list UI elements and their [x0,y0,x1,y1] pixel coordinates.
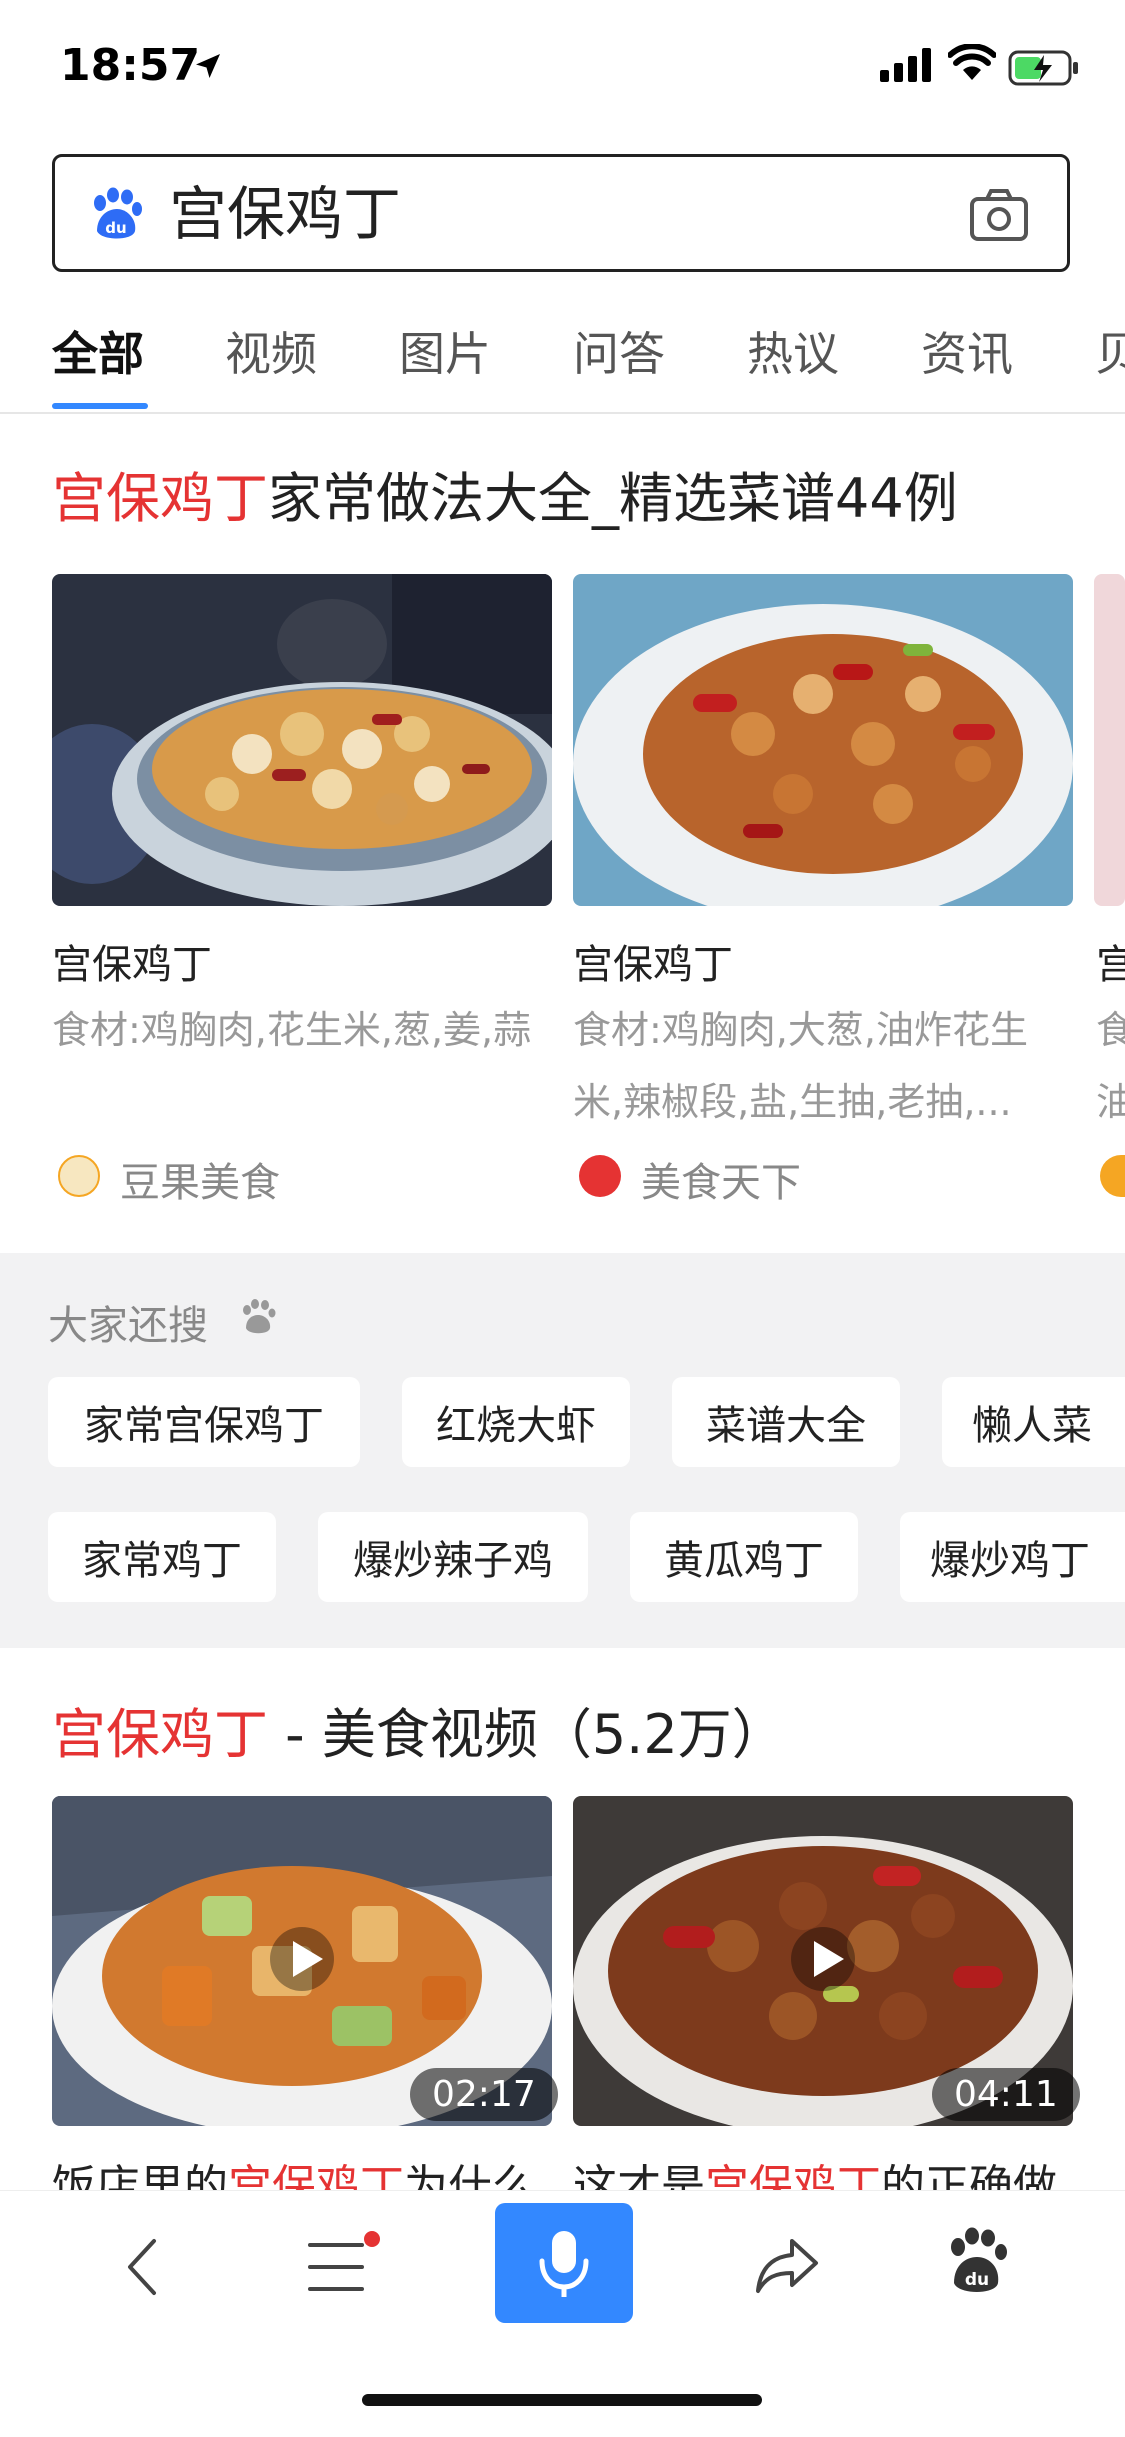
tab-qa[interactable]: 问答 [573,318,665,384]
recipe-card-source-1[interactable]: 豆果美食 [120,1150,280,1208]
tab-video[interactable]: 视频 [225,318,317,384]
recipe-card-desc-2: 食材:鸡胸肉,大葱,油炸花生米,辣椒段,盐,生抽,老抽,... [573,1008,1028,1124]
recipe-image-3[interactable] [1094,574,1125,906]
voice-search-button[interactable] [495,2203,633,2323]
wifi-icon [948,44,996,80]
related-chip[interactable]: 红烧大虾 [402,1377,630,1467]
related-chip[interactable]: 家常鸡丁 [48,1512,276,1602]
video-result-title[interactable]: 宫保鸡丁 - 美食视频（5.2万） [52,1700,786,1770]
recipe-card-desc-1: 食材:鸡胸肉,花生米,葱,姜,蒜 [52,1008,532,1052]
title-highlight: 宫保鸡丁 [52,467,268,530]
dish-photo [573,574,1073,906]
share-icon[interactable] [752,2233,822,2297]
home-indicator [362,2394,762,2406]
search-tabs: 全部 视频 图片 问答 热议 资讯 贝 [0,300,1125,414]
related-searches: 大家还搜 家常宫保鸡丁 红烧大虾 菜谱大全 懒人菜 家常鸡丁 爆炒辣子鸡 黄瓜鸡… [0,1253,1125,1648]
recipe-card-name-3[interactable]: 宫 [1096,932,1125,990]
svg-text:du: du [105,219,126,237]
recipe-image-1[interactable] [52,574,552,906]
play-icon[interactable] [275,1929,335,1989]
dish-photo [52,574,552,906]
title-highlight: 宫保鸡丁 [52,1703,268,1766]
source-logo-icon [1100,1155,1125,1197]
meishitianxia-logo-icon [579,1155,621,1197]
related-chip[interactable]: 黄瓜鸡丁 [630,1512,858,1602]
related-chip[interactable]: 懒人菜 [942,1377,1125,1467]
active-tab-indicator [52,403,148,409]
svg-text:du: du [965,2270,989,2290]
related-chip[interactable]: 爆炒鸡丁 [900,1512,1125,1602]
status-bar: 18:57 [0,0,1125,140]
recipe-card-desc-3: 食 油 [1096,1008,1125,1124]
tab-images[interactable]: 图片 [399,318,491,384]
search-bar[interactable]: du 宫保鸡丁 [52,154,1070,272]
tab-discussion[interactable]: 热议 [747,318,839,384]
title-rest: - 美食视频（5.2万） [268,1703,786,1766]
video-duration-2: 04:11 [932,2068,1080,2121]
tab-news[interactable]: 资讯 [921,318,1013,384]
location-arrow-icon [196,54,220,78]
doguo-logo-icon [58,1155,100,1197]
camera-icon[interactable] [969,187,1029,243]
related-chip[interactable]: 家常宫保鸡丁 [48,1377,360,1467]
video-duration-1: 02:17 [410,2068,558,2121]
baidu-home-icon[interactable]: du [944,2227,1010,2297]
related-searches-title: 大家还搜 [48,1303,208,1349]
recipe-card-source-2[interactable]: 美食天下 [641,1150,801,1208]
recipe-image-2[interactable] [573,574,1073,906]
battery-charging-icon [1008,50,1078,86]
search-input[interactable]: 宫保鸡丁 [169,179,401,249]
recipe-result-title[interactable]: 宫保鸡丁家常做法大全_精选菜谱44例 [52,464,958,534]
related-chip[interactable]: 菜谱大全 [672,1377,900,1467]
back-icon[interactable] [118,2235,168,2299]
microphone-icon [539,2231,589,2297]
play-icon[interactable] [796,1929,856,1989]
related-chip[interactable]: 爆炒辣子鸡 [318,1512,588,1602]
baidu-paw-logo-icon: du [94,187,142,239]
menu-icon[interactable] [306,2231,386,2301]
cellular-signal-icon [880,48,931,82]
status-time: 18:57 [60,40,201,91]
recipe-card-name-2[interactable]: 宫保鸡丁 [573,932,733,990]
tab-more[interactable]: 贝 [1095,318,1125,384]
tab-all[interactable]: 全部 [52,318,144,384]
paw-icon [243,1299,276,1334]
title-rest: 家常做法大全_精选菜谱44例 [268,467,958,530]
recipe-card-name-1[interactable]: 宫保鸡丁 [52,932,212,990]
